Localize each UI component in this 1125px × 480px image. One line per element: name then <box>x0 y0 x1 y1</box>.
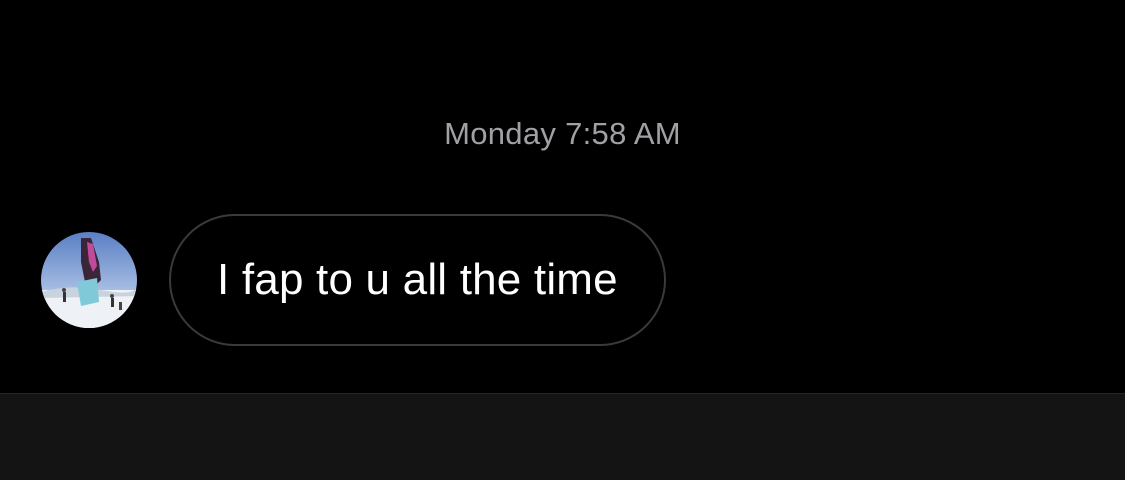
message-bubble[interactable]: I fap to u all the time <box>169 214 666 346</box>
message-row-incoming: I fap to u all the time <box>41 214 666 346</box>
composer-bar[interactable] <box>0 393 1125 480</box>
message-text: I fap to u all the time <box>217 255 618 304</box>
message-thread[interactable]: Monday 7:58 AM I fap to u all the time <box>0 0 1125 393</box>
avatar[interactable] <box>41 232 137 328</box>
avatar-image <box>41 232 137 328</box>
message-timestamp: Monday 7:58 AM <box>444 116 681 151</box>
